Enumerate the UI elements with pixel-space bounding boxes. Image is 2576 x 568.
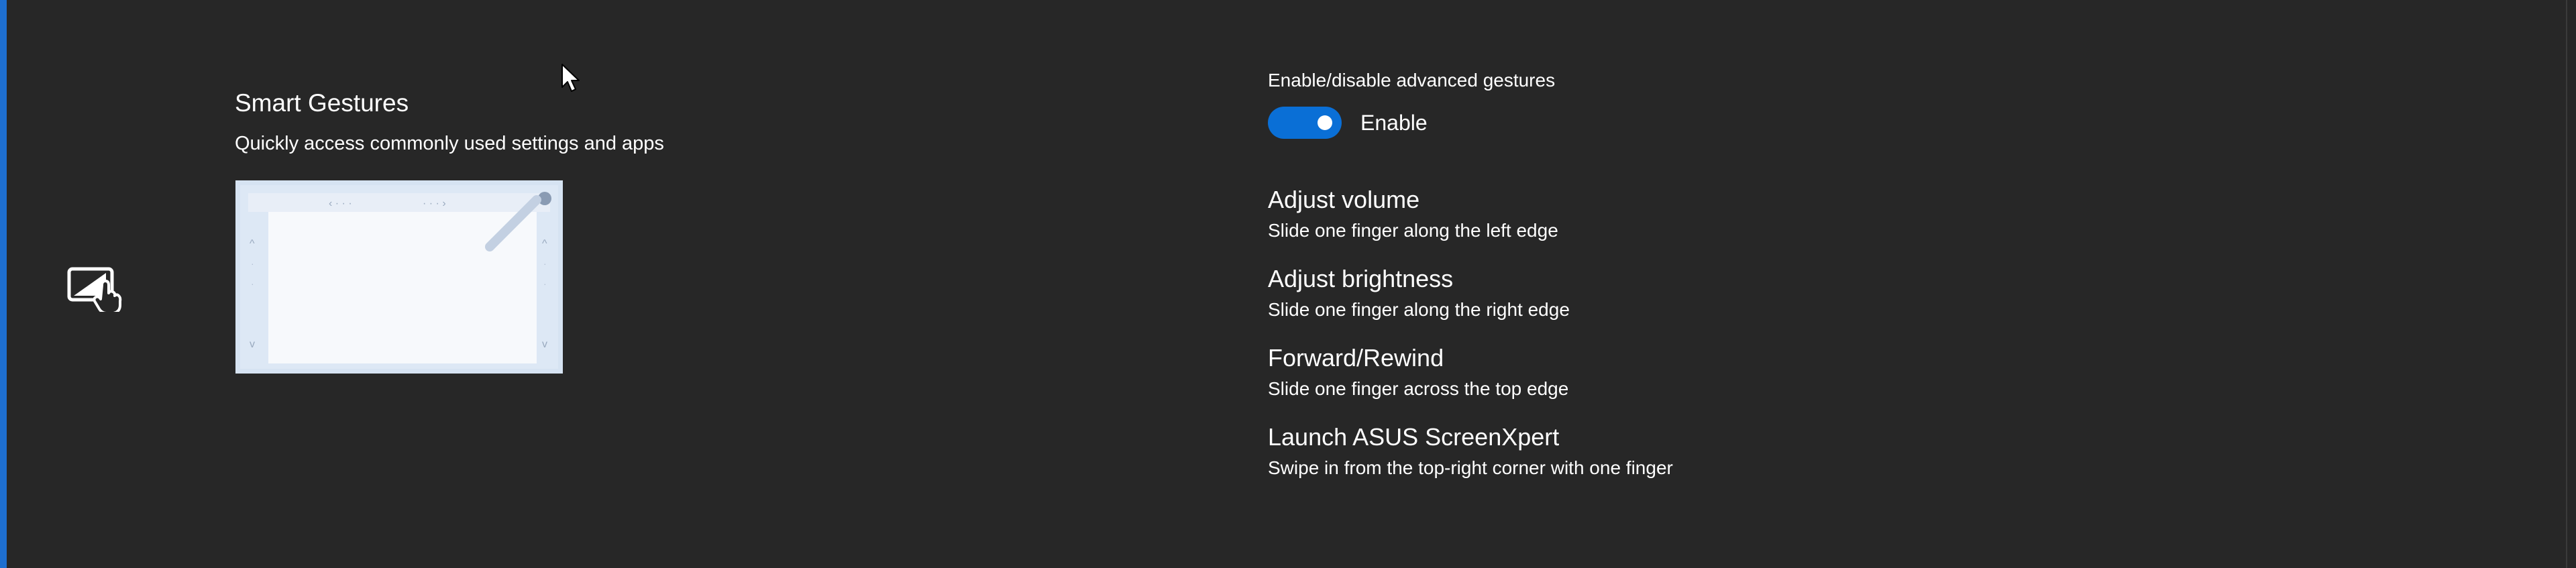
gesture-title: Adjust volume bbox=[1268, 186, 1420, 213]
svg-text:‹ · · ·: ‹ · · · bbox=[329, 198, 352, 209]
gesture-description: Slide one finger across the top edge bbox=[1268, 378, 1569, 399]
svg-text:^: ^ bbox=[542, 238, 547, 249]
gesture-title: Adjust brightness bbox=[1268, 265, 1454, 292]
toggle-knob bbox=[1318, 115, 1332, 130]
enable-gestures-toggle[interactable] bbox=[1268, 107, 1342, 139]
panel-divider bbox=[2566, 0, 2567, 568]
gesture-preview-image: ‹ · · · · · · › ^ · · v ^ · · v bbox=[235, 180, 564, 374]
gesture-title: Launch ASUS ScreenXpert bbox=[1268, 423, 1560, 451]
gesture-item-adjust-volume: Adjust volume Slide one finger along the… bbox=[1268, 184, 2274, 263]
enable-toggle-row: Enable bbox=[1268, 106, 2274, 139]
gesture-item-adjust-brightness: Adjust brightness Slide one finger along… bbox=[1268, 263, 2274, 342]
gesture-list: Adjust volume Slide one finger along the… bbox=[1268, 184, 2274, 500]
svg-text:·: · bbox=[543, 258, 547, 269]
feature-subtitle: Quickly access commonly used settings an… bbox=[235, 133, 664, 154]
svg-text:^: ^ bbox=[250, 238, 255, 249]
svg-text:v: v bbox=[250, 339, 255, 350]
toggle-caption: Enable/disable advanced gestures bbox=[1268, 70, 1556, 91]
settings-page: Smart Gestures Quickly access commonly u… bbox=[0, 0, 2576, 568]
gesture-item-forward-rewind: Forward/Rewind Slide one finger across t… bbox=[1268, 342, 2274, 421]
gesture-description: Slide one finger along the right edge bbox=[1268, 299, 1570, 320]
gesture-title: Forward/Rewind bbox=[1268, 344, 1444, 372]
gesture-description: Swipe in from the top-right corner with … bbox=[1268, 457, 1673, 478]
mouse-cursor-icon bbox=[561, 63, 581, 94]
svg-text:·: · bbox=[251, 258, 254, 269]
feature-title: Smart Gestures bbox=[235, 89, 409, 117]
toggle-label: Enable bbox=[1360, 110, 1428, 135]
touch-gesture-icon bbox=[67, 265, 129, 315]
gesture-item-launch-screenxpert: Launch ASUS ScreenXpert Swipe in from th… bbox=[1268, 421, 2274, 500]
feature-info: Smart Gestures Quickly access commonly u… bbox=[235, 86, 839, 374]
svg-text:·: · bbox=[251, 278, 254, 289]
gesture-settings: Enable/disable advanced gestures Enable … bbox=[1268, 67, 2274, 500]
svg-text:v: v bbox=[542, 339, 547, 350]
svg-text:· · · ›: · · · › bbox=[423, 198, 446, 209]
gesture-description: Slide one finger along the left edge bbox=[1268, 220, 1558, 241]
svg-text:·: · bbox=[543, 278, 547, 289]
accent-edge bbox=[0, 0, 7, 568]
